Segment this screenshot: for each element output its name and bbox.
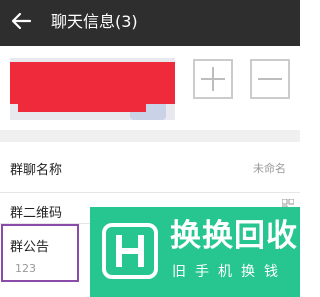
group-name-value: 未命名: [253, 162, 286, 175]
member-strip: [0, 46, 300, 130]
section-gap: [0, 130, 300, 142]
member-avatars-redacted[interactable]: [10, 58, 175, 120]
watermark-banner: 换换回收 旧手机换钱: [90, 207, 300, 297]
group-name-label: 群聊名称: [10, 163, 63, 178]
minus-icon: [258, 78, 282, 80]
watermark-subtitle: 旧手机换钱: [172, 264, 287, 280]
plus-icon: [201, 67, 225, 91]
back-arrow-icon[interactable]: [10, 10, 32, 32]
redaction-mark: [10, 62, 175, 104]
group-qr-label: 群二维码: [10, 206, 63, 221]
page-title: 聊天信息(3): [51, 12, 138, 31]
group-name-row[interactable]: 群聊名称 未命名: [0, 142, 300, 192]
add-member-button[interactable]: [193, 59, 233, 99]
watermark-brand: 换换回收: [170, 218, 298, 254]
highlight-box: [1, 224, 79, 282]
redaction-mark: [18, 100, 146, 112]
brand-logo-icon: [102, 223, 158, 279]
remove-member-button[interactable]: [250, 59, 290, 99]
top-bar: 聊天信息(3): [0, 0, 300, 46]
